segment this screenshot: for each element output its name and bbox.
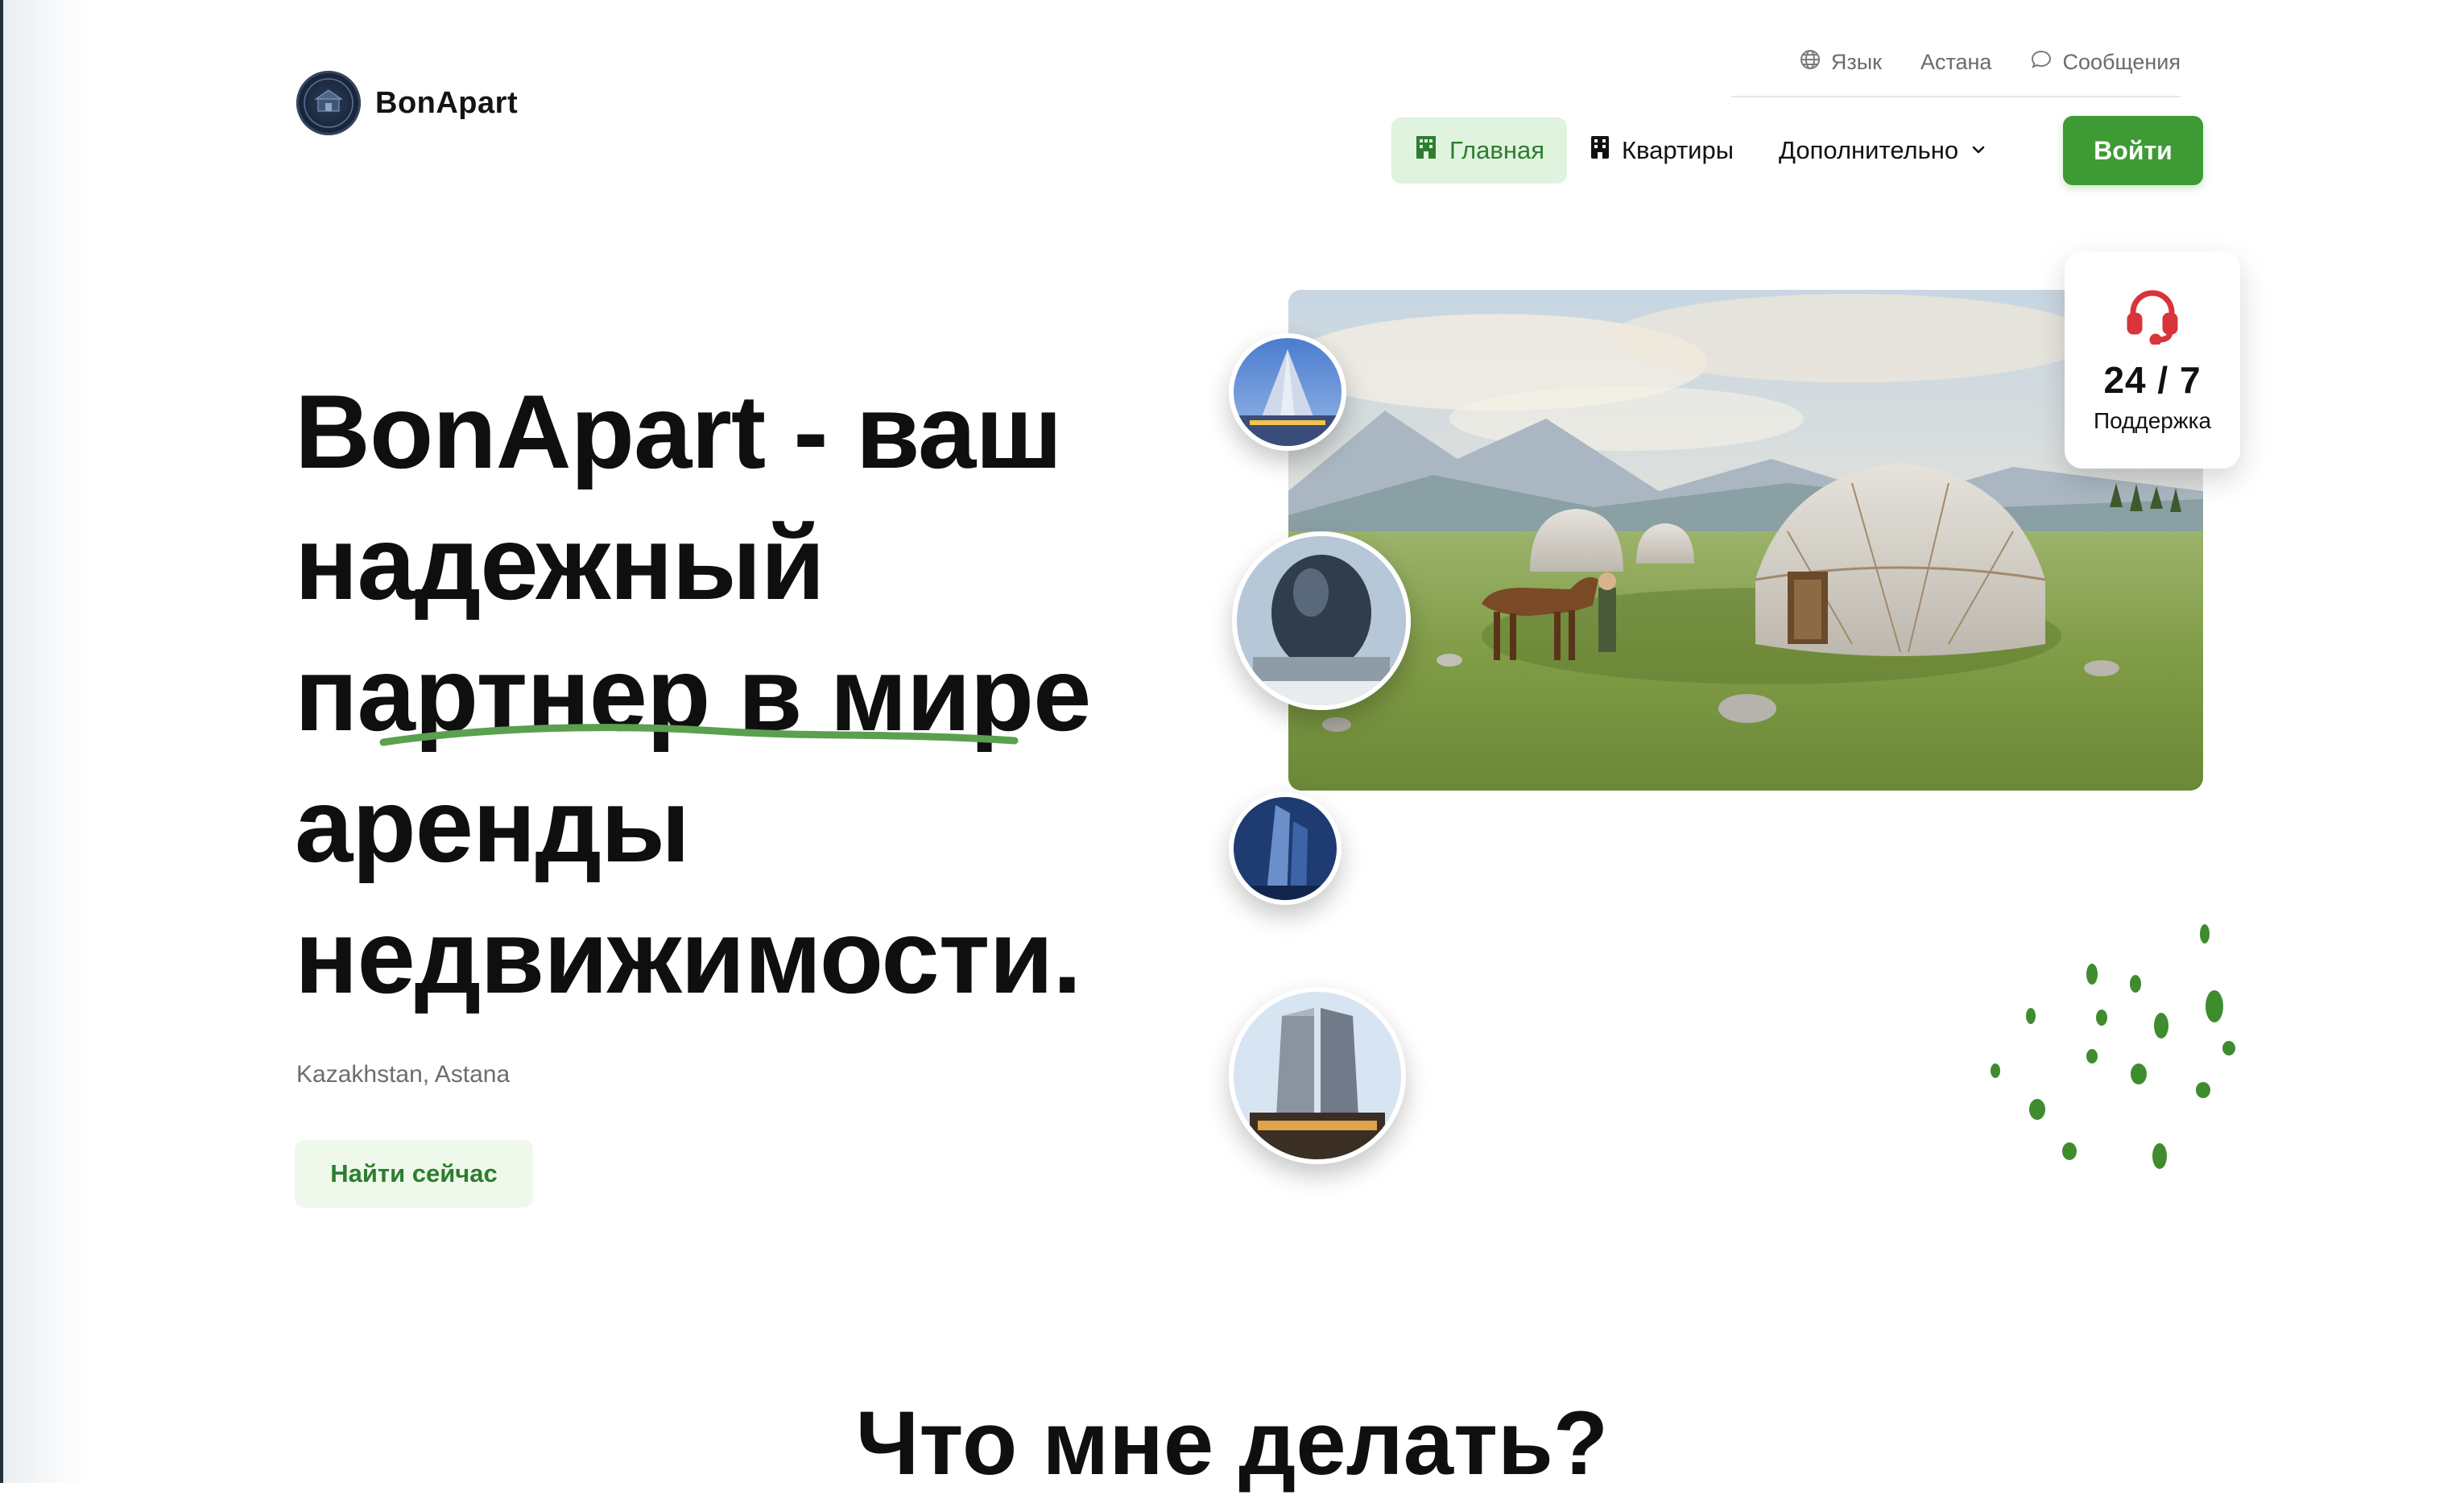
brand-logo-link[interactable]: BonApart bbox=[296, 71, 518, 135]
chat-bubble-icon bbox=[2030, 48, 2053, 76]
nav-apartments[interactable]: Квартиры bbox=[1567, 118, 1756, 184]
messages-label: Сообщения bbox=[2062, 50, 2181, 74]
brand-logo-icon bbox=[296, 71, 361, 135]
language-label: Язык bbox=[1830, 50, 1882, 74]
nav-more-dropdown[interactable]: Дополнительно bbox=[1756, 118, 2010, 184]
circle-image-nur-alem bbox=[1232, 531, 1411, 710]
building-icon bbox=[1414, 134, 1438, 167]
find-now-button[interactable]: Найти сейчас bbox=[295, 1140, 533, 1208]
nav-apartments-label: Квартиры bbox=[1622, 136, 1734, 164]
language-selector[interactable]: Язык bbox=[1799, 48, 1882, 76]
location-text: Kazakhstan, Astana bbox=[296, 1061, 511, 1088]
circle-image-twin-towers bbox=[1229, 987, 1406, 1164]
title-underline-decoration bbox=[379, 724, 1019, 746]
login-button[interactable]: Войти bbox=[2063, 116, 2203, 185]
hero-title-line: надежный bbox=[295, 504, 825, 622]
support-label: Поддержка bbox=[2093, 407, 2212, 433]
headset-icon bbox=[2127, 287, 2178, 349]
hero-title-line: BonApart - ваш bbox=[295, 373, 1063, 490]
brand-name: BonApart bbox=[375, 85, 519, 120]
hero-title-line: недвижимости. bbox=[295, 898, 1081, 1015]
support-hours: 24 / 7 bbox=[2103, 358, 2201, 401]
circle-image-khan-shatyr bbox=[1229, 333, 1346, 451]
chevron-down-icon bbox=[1970, 136, 1987, 165]
hero-title-line: аренды bbox=[295, 766, 690, 884]
utility-bar: Язык Астана Сообщения bbox=[1799, 48, 2181, 76]
nav-home[interactable]: Главная bbox=[1391, 118, 1567, 184]
left-panel-shade bbox=[0, 0, 89, 1483]
utility-divider bbox=[1731, 96, 2181, 97]
messages-link[interactable]: Сообщения bbox=[2030, 48, 2181, 76]
office-building-icon bbox=[1590, 134, 1610, 167]
nav-more-label: Дополнительно bbox=[1779, 136, 1959, 164]
city-selector[interactable]: Астана bbox=[1920, 50, 1992, 75]
circle-image-skyscraper bbox=[1229, 792, 1342, 905]
city-label: Астана bbox=[1920, 50, 1992, 74]
main-nav: Главная Квартиры Дополнительно bbox=[1391, 118, 2010, 184]
nav-home-label: Главная bbox=[1449, 136, 1544, 164]
section-title: Что мне делать? bbox=[855, 1393, 1609, 1493]
window-edge bbox=[0, 0, 3, 1483]
leaves-decoration bbox=[1991, 924, 2235, 1169]
hero-title: BonApart - ваш надежный партнер в мире а… bbox=[295, 366, 1197, 1022]
globe-icon bbox=[1799, 48, 1821, 76]
support-card: 24 / 7 Поддержка bbox=[2065, 251, 2240, 469]
